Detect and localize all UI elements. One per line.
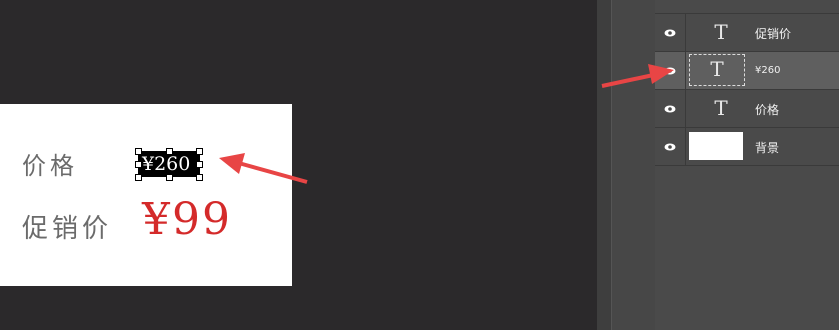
panel-dock-strip [597, 0, 611, 330]
row-divider [685, 128, 686, 166]
layers-empty-area [655, 170, 839, 330]
background-layer-thumbnail [689, 132, 743, 160]
canvas-document[interactable]: 价格 ¥260 促销价 ¥99 [0, 104, 292, 286]
row-divider [685, 14, 686, 52]
promo-value-text[interactable]: ¥99 [142, 194, 232, 245]
panel-column [611, 0, 656, 330]
layer-name[interactable]: 背景 [755, 139, 779, 156]
transform-handle-bm[interactable] [166, 174, 173, 181]
eye-icon[interactable] [664, 27, 676, 39]
annotation-arrow-icon [219, 153, 308, 184]
eye-icon[interactable] [664, 141, 676, 153]
transform-handle-tm[interactable] [166, 148, 173, 155]
layer-name[interactable]: 促销价 [755, 25, 791, 42]
text-layer-thumbnail: T [714, 96, 728, 120]
transform-handle-mr[interactable] [196, 161, 203, 168]
text-layer-thumbnail-selected: T [689, 54, 745, 86]
layer-row-background[interactable]: 背景 [655, 128, 839, 166]
annotation-arrow-icon [601, 64, 674, 88]
transform-handle-tr[interactable] [196, 148, 203, 155]
row-divider [685, 90, 686, 128]
price-label-text[interactable]: 价格 [22, 146, 78, 181]
transform-handle-bl[interactable] [135, 174, 142, 181]
transform-handle-tl[interactable] [135, 148, 142, 155]
layer-name[interactable]: ¥260 [755, 65, 780, 76]
layer-row-price-value[interactable]: T ¥260 [655, 52, 839, 90]
layer-row-promo[interactable]: T 促销价 [655, 14, 839, 52]
promo-label-text[interactable]: 促销价 [22, 208, 112, 245]
layer-row-partial[interactable] [655, 0, 839, 14]
transform-handle-ml[interactable] [135, 161, 142, 168]
transform-handle-br[interactable] [196, 174, 203, 181]
eye-icon[interactable] [664, 103, 676, 115]
row-divider [685, 52, 686, 90]
text-layer-thumbnail: T [714, 20, 728, 44]
layer-row-price[interactable]: T 价格 [655, 90, 839, 128]
layer-name[interactable]: 价格 [755, 101, 779, 118]
